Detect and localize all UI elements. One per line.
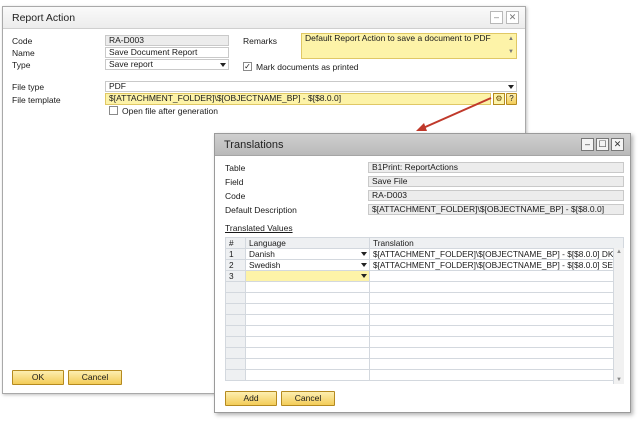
empty-row	[225, 369, 624, 381]
add-button[interactable]: Add	[225, 391, 277, 406]
column-header-num: #	[225, 237, 246, 249]
row-number: 2	[225, 259, 246, 271]
code-label: Code	[225, 191, 246, 201]
chevron-down-icon[interactable]	[508, 85, 514, 89]
empty-row	[225, 303, 624, 315]
chevron-down-icon[interactable]	[361, 252, 367, 256]
field-field[interactable]: Save File	[368, 176, 624, 187]
language-cell[interactable]: Swedish	[245, 259, 370, 271]
field-label: Field	[225, 177, 244, 187]
maximize-icon[interactable]: ☐	[596, 138, 609, 151]
translations-title: Translations	[224, 139, 284, 151]
file-template-label: File template	[12, 95, 61, 105]
table-label: Table	[225, 163, 246, 173]
translation-cell[interactable]	[369, 270, 624, 282]
scroll-down-icon[interactable]: ▼	[508, 48, 514, 57]
help-button[interactable]: ?	[506, 93, 517, 105]
template-builder-icon[interactable]: ⚙	[493, 93, 505, 105]
remarks-textarea[interactable]: Default Report Action to save a document…	[301, 33, 517, 59]
type-dropdown[interactable]: Save report	[105, 59, 229, 70]
table-row[interactable]: 1 Danish $[ATTACHMENT_FOLDER]\$[OBJECTNA…	[225, 248, 624, 260]
remarks-text: Default Report Action to save a document…	[305, 33, 491, 43]
column-header-language[interactable]: Language	[245, 237, 370, 249]
open-after-checkbox[interactable]	[109, 106, 118, 115]
empty-row	[225, 292, 624, 304]
translations-table: # Language Translation 1 Danish $[ATTACH…	[225, 237, 624, 381]
language-cell[interactable]	[245, 270, 370, 282]
empty-row	[225, 347, 624, 359]
chevron-down-icon[interactable]	[220, 63, 226, 67]
empty-row	[225, 281, 624, 293]
close-icon[interactable]: ✕	[506, 11, 519, 24]
scroll-up-icon[interactable]: ▲	[508, 35, 514, 44]
type-dropdown-value: Save report	[109, 59, 153, 69]
row-number: 3	[225, 270, 246, 282]
table-header: # Language Translation	[225, 237, 624, 249]
empty-row	[225, 314, 624, 326]
code-label: Code	[12, 36, 33, 46]
close-icon[interactable]: ✕	[611, 138, 624, 151]
translations-titlebar: Translations – ☐ ✕	[215, 134, 630, 156]
row-number: 1	[225, 248, 246, 260]
mark-printed-label: Mark documents as printed	[256, 62, 359, 72]
table-field[interactable]: B1Print: ReportActions	[368, 162, 624, 173]
mark-printed-checkbox[interactable]: ✓	[243, 62, 252, 71]
cancel-button[interactable]: Cancel	[68, 370, 122, 385]
language-value: Swedish	[249, 260, 281, 270]
report-action-title: Report Action	[12, 12, 76, 24]
table-row[interactable]: 2 Swedish $[ATTACHMENT_FOLDER]\$[OBJECTN…	[225, 259, 624, 271]
cancel-button[interactable]: Cancel	[281, 391, 335, 406]
translation-cell[interactable]: $[ATTACHMENT_FOLDER]\$[OBJECTNAME_BP] - …	[369, 259, 624, 271]
code-field[interactable]: RA-D003	[368, 190, 624, 201]
open-after-label: Open file after generation	[122, 106, 218, 116]
empty-row	[225, 358, 624, 370]
ok-button[interactable]: OK	[12, 370, 64, 385]
scroll-up-icon[interactable]: ▲	[616, 249, 622, 255]
minimize-icon[interactable]: –	[581, 138, 594, 151]
chevron-down-icon[interactable]	[361, 274, 367, 278]
empty-row	[225, 325, 624, 337]
table-scrollbar[interactable]: ▲ ▼	[613, 248, 624, 384]
default-description-label: Default Description	[225, 205, 297, 215]
scroll-down-icon[interactable]: ▼	[616, 377, 622, 383]
report-action-titlebar: Report Action – ✕	[3, 7, 525, 29]
type-label: Type	[12, 60, 31, 70]
file-type-dropdown[interactable]: PDF	[105, 81, 517, 92]
chevron-down-icon[interactable]	[361, 263, 367, 267]
translated-values-label: Translated Values	[225, 223, 293, 233]
name-label: Name	[12, 48, 35, 58]
empty-row	[225, 336, 624, 348]
language-value: Danish	[249, 249, 275, 259]
file-type-value: PDF	[109, 81, 126, 91]
translations-window: Translations – ☐ ✕ Table B1Print: Report…	[214, 133, 631, 413]
file-template-value: $[ATTACHMENT_FOLDER]\$[OBJECTNAME_BP] - …	[109, 93, 342, 103]
code-field[interactable]: RA-D003	[105, 35, 229, 46]
remarks-label: Remarks	[243, 36, 278, 46]
name-field[interactable]: Save Document Report	[105, 47, 229, 58]
language-cell[interactable]: Danish	[245, 248, 370, 260]
translation-cell[interactable]: $[ATTACHMENT_FOLDER]\$[OBJECTNAME_BP] - …	[369, 248, 624, 260]
file-template-field[interactable]: $[ATTACHMENT_FOLDER]\$[OBJECTNAME_BP] - …	[105, 93, 491, 105]
default-description-field[interactable]: $[ATTACHMENT_FOLDER]\$[OBJECTNAME_BP] - …	[368, 204, 624, 215]
column-header-translation[interactable]: Translation	[369, 237, 624, 249]
minimize-icon[interactable]: –	[490, 11, 503, 24]
file-type-label: File type	[12, 82, 45, 92]
table-row[interactable]: 3	[225, 270, 624, 282]
